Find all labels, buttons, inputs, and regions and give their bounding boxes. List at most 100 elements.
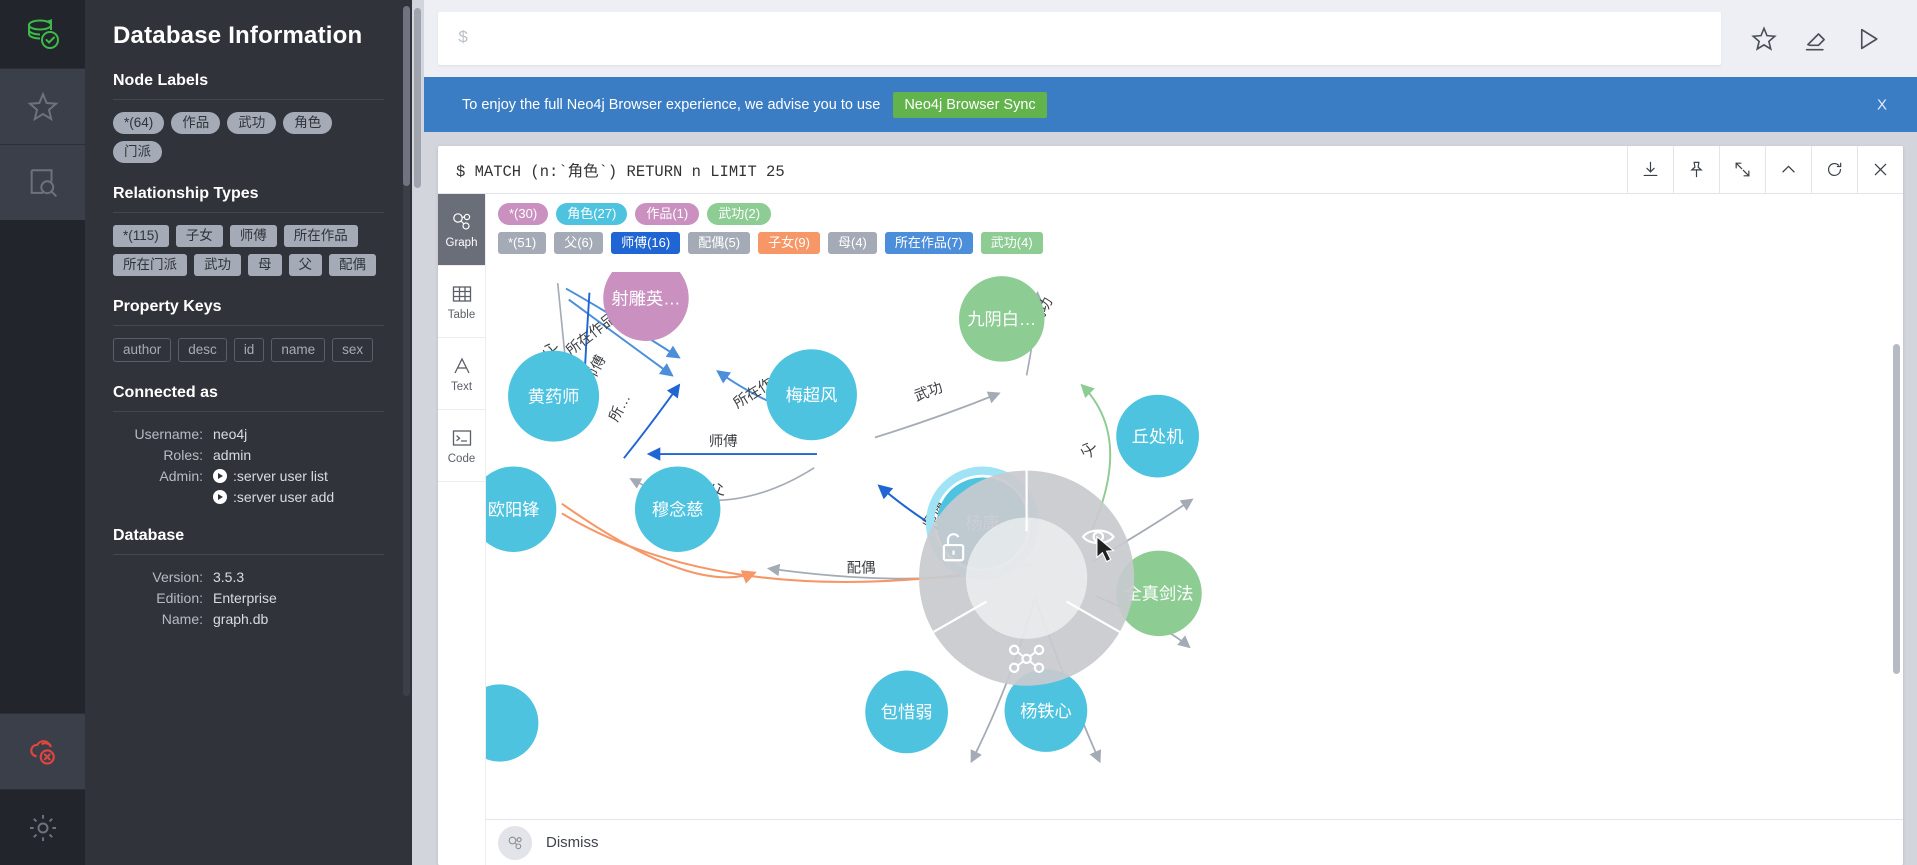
graph-visualization[interactable]: *(30) 角色(27) 作品(1) 武功(2) *(51) 父(6) 师傅(16) 配偶(… [486,194,1903,865]
graph-node[interactable] [486,684,539,762]
legend-node-pill[interactable]: 作品(1) [635,203,700,225]
admin-command-label: :server user list [233,468,328,484]
connected-as-rows: Username: neo4j Roles: admin Admin::server u… [113,424,384,507]
tab-graph[interactable]: Graph [438,194,485,266]
legend-relationship-pill[interactable]: *(51) [498,232,547,254]
sidebar-icon-rail [0,0,85,865]
relationship-type-chip[interactable]: 配偶 [329,254,376,276]
neo4j-browser-sync-button[interactable]: Neo4j Browser Sync [893,91,1047,118]
star-icon[interactable] [1749,24,1779,54]
admin-command[interactable]: :server user list [213,466,328,486]
dismiss-bar: Dismiss [486,819,1903,865]
tab-text-label: Text [450,381,473,393]
eraser-icon[interactable] [1801,24,1831,54]
property-key-chip[interactable]: name [271,338,326,362]
node-label-chip[interactable]: *(64) [113,112,165,134]
graph-node-label: 九阴白… [967,309,1036,329]
drawer-resize-handle[interactable] [412,0,424,865]
graph-node[interactable]: 欧阳锋 [486,466,557,552]
row-label: Admin: [159,468,203,484]
tab-code[interactable]: Code [438,410,485,482]
relationship-type-chip[interactable]: 师傅 [229,225,277,247]
graph-node[interactable]: 九阴白… [959,276,1045,362]
legend-relationship-pill[interactable]: 师傅(16) [611,232,681,254]
graph-svg[interactable]: 所在作品师傅父所…师傅父所在作品武功配偶师傅武功父 射雕英…九阴白…黄药师梅超风… [486,255,1903,865]
property-key-chip[interactable]: id [233,338,265,362]
node-context-menu[interactable] [919,470,1135,686]
tab-text[interactable]: Text [438,338,485,410]
node-label-chip[interactable]: 作品 [171,112,221,134]
dismiss-label[interactable]: Dismiss [546,834,599,851]
relationship-types-heading: Relationship Types [113,185,259,202]
sidebar-item-favorites[interactable] [0,68,85,144]
legend-relationship-pill[interactable]: 所在作品(7) [884,232,973,254]
graph-node[interactable]: 穆念慈 [634,466,721,552]
database-row: Edition: Enterprise [113,588,384,608]
legend-node-pill[interactable]: 武功(2) [707,203,772,225]
admin-command-label: :server user add [233,489,335,505]
download-icon[interactable] [1627,146,1673,194]
relationship-type-chip[interactable]: 所在门派 [113,254,187,276]
property-key-chip[interactable]: author [113,338,172,362]
graph-node[interactable]: 射雕英… [603,255,689,341]
relationship-type-chip[interactable]: 所在作品 [283,225,358,247]
graph-canvas[interactable]: 所在作品师傅父所…师傅父所在作品武功配偶师傅武功父 射雕英…九阴白…黄药师梅超风… [486,255,1903,865]
node-label-chip[interactable]: 门派 [113,141,162,163]
relationship-type-chip[interactable]: 子女 [175,225,223,247]
graph-node[interactable]: 黄药师 [508,350,600,442]
property-key-chip[interactable]: sex [332,338,374,362]
play-icon[interactable] [213,490,227,504]
property-key-chip[interactable]: desc [178,338,227,362]
graph-edge-label: 所… [606,391,635,425]
legend-relationship-pill[interactable]: 父(6) [554,232,604,254]
row-label: Name: [161,611,203,627]
graph-node[interactable]: 梅超风 [765,349,857,441]
legend-node-pill[interactable]: 角色(27) [556,203,628,225]
view-tabs: Graph Table Text Code [438,194,486,865]
graph-node[interactable]: 丘处机 [1116,394,1199,478]
close-icon[interactable] [1857,146,1903,194]
chevron-up-icon[interactable] [1765,146,1811,194]
close-icon[interactable]: X [1877,96,1887,113]
pin-icon[interactable] [1673,146,1719,194]
legend-node-pill[interactable]: *(30) [498,203,549,225]
play-icon[interactable] [213,469,227,483]
frame-scrollbar[interactable] [1893,344,1900,865]
legend-relationship-pill[interactable]: 子女(9) [758,232,820,254]
legend-relationship-pill[interactable]: 武功(4) [980,232,1043,254]
legend-relationship-pill[interactable]: 配偶(5) [688,232,751,254]
tab-table[interactable]: Table [438,266,485,338]
connected-as-row: Roles: admin [113,445,384,465]
relationship-type-chip[interactable]: 武功 [194,254,241,276]
node-label-chip[interactable]: 武功 [227,112,277,134]
expand-icon[interactable] [1719,146,1765,194]
relationship-types-chip-list: *(115) 子女 师傅 所在作品所在门派 武功母父配偶 [113,225,384,276]
sidebar-item-database-browse[interactable] [0,144,85,220]
relationship-type-chip[interactable]: *(115) [113,225,169,247]
sidebar-item-connection-status[interactable] [0,713,85,789]
graph-style-icon[interactable] [498,825,532,860]
node-label-chip[interactable]: 角色 [283,112,333,134]
row-label: Version: [152,569,203,585]
graph-node-label: 梅超风 [786,385,838,405]
relationship-type-chip[interactable]: 父 [288,254,322,276]
editor-prompt: $ [458,29,469,48]
tab-code-label: Code [447,453,476,465]
drawer-scrollbar[interactable] [403,6,410,696]
node-labels-heading: Node Labels [113,72,209,89]
graph-node-label: 黄药师 [528,386,580,406]
refresh-icon[interactable] [1811,146,1857,194]
tab-table-label: Table [447,309,476,321]
legend-relationship-pill[interactable]: 母(4) [827,232,877,254]
row-label: Roles: [163,447,203,463]
admin-command[interactable]: :server user add [213,487,334,507]
play-icon[interactable] [1853,24,1883,54]
sidebar-item-settings[interactable] [0,789,85,865]
graph-node[interactable]: 包惜弱 [865,670,948,754]
property-keys-heading: Property Keys [113,298,222,315]
graph-edge-label: 武功 [912,379,945,405]
relationship-type-chip[interactable]: 母 [248,254,282,276]
connected-as-heading: Connected as [113,384,218,401]
query-editor[interactable]: $ [438,12,1721,65]
frame-query-text: $ MATCH (n:`角色`) RETURN n LIMIT 25 [456,162,785,181]
